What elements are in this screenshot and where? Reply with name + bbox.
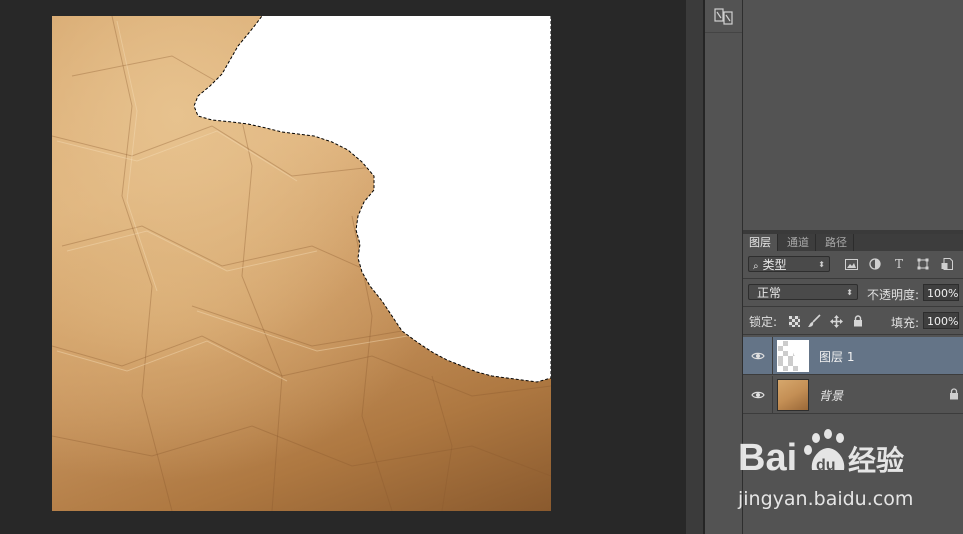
layer-thumbnail-transparent [777, 340, 809, 372]
filter-type-layer-button[interactable]: T [891, 256, 907, 272]
character-panel-button[interactable] [705, 0, 742, 33]
lock-image-pixels-button[interactable] [807, 314, 821, 328]
adjustment-circle-icon [869, 258, 881, 270]
workspace-divider [686, 0, 703, 534]
svg-text:du: du [816, 457, 836, 474]
tab-channels[interactable]: 通道 [781, 234, 816, 251]
blend-mode-label: 正常 [757, 286, 782, 300]
document-workspace[interactable] [0, 0, 686, 534]
filter-adjustment-layer-button[interactable] [867, 256, 883, 272]
checkerboard-icon [788, 315, 800, 327]
opacity-input[interactable]: 100% [923, 284, 959, 301]
layer-thumbnail-paper [777, 379, 809, 411]
separator [743, 334, 963, 335]
eye-icon [751, 352, 765, 360]
filter-pixel-layer-button[interactable] [843, 256, 859, 272]
layer-row-layer-1[interactable]: 图层 1 [743, 337, 963, 375]
layer-filter-kind-select[interactable]: ⌕ 类型 ⬍ [748, 256, 830, 272]
visibility-toggle[interactable] [743, 376, 773, 414]
filter-shape-layer-button[interactable] [915, 256, 931, 272]
layer-name: 图层 1 [819, 350, 855, 364]
lock-position-button[interactable] [829, 314, 843, 328]
watermark-url: jingyan.baidu.com [738, 488, 914, 510]
lock-all-button[interactable] [851, 314, 865, 328]
separator [743, 306, 963, 307]
layer-name: 背景 [819, 389, 844, 403]
filter-kind-label: 类型 [762, 258, 787, 272]
fill-label: 填充: [891, 316, 920, 330]
separator [743, 278, 963, 279]
lock-transparent-pixels-button[interactable] [787, 314, 801, 328]
move-arrows-icon [829, 314, 843, 328]
image-icon [844, 258, 858, 270]
brush-icon [808, 314, 821, 327]
text-t-icon: T [894, 257, 903, 271]
blend-mode-select[interactable]: 正常 ⬍ [748, 284, 858, 300]
updown-arrow-icon: ⬍ [846, 288, 853, 297]
layers-panel-tabs: 图层 通道 路径 [743, 234, 963, 251]
fill-input[interactable]: 100% [923, 312, 959, 329]
shape-transform-icon [917, 258, 929, 270]
layer-row-background[interactable]: 背景 [743, 376, 963, 414]
padlock-icon [950, 388, 958, 400]
document-canvas[interactable] [52, 16, 551, 511]
character-paragraph-icon [713, 8, 733, 25]
transparent-selection-area [193, 16, 551, 383]
upper-panel-empty [743, 0, 963, 230]
updown-arrow-icon: ⬍ [818, 260, 825, 269]
padlock-icon [854, 315, 862, 327]
opacity-label: 不透明度: [867, 288, 920, 302]
smart-object-icon [941, 258, 953, 270]
visibility-toggle[interactable] [743, 337, 773, 375]
tab-layers[interactable]: 图层 [743, 234, 778, 251]
svg-text:经验: 经验 [848, 444, 904, 477]
transparency-checker-icon [778, 341, 808, 371]
eye-icon [751, 391, 765, 399]
filter-smart-object-button[interactable] [939, 256, 955, 272]
lock-label: 锁定: [749, 315, 778, 329]
search-icon: ⌕ [753, 261, 759, 272]
tab-paths[interactable]: 路径 [819, 234, 854, 251]
svg-text:Bai: Bai [738, 437, 797, 479]
baidu-jingyan-watermark: Bai du 经验 jingyan.baidu.com [738, 428, 963, 518]
